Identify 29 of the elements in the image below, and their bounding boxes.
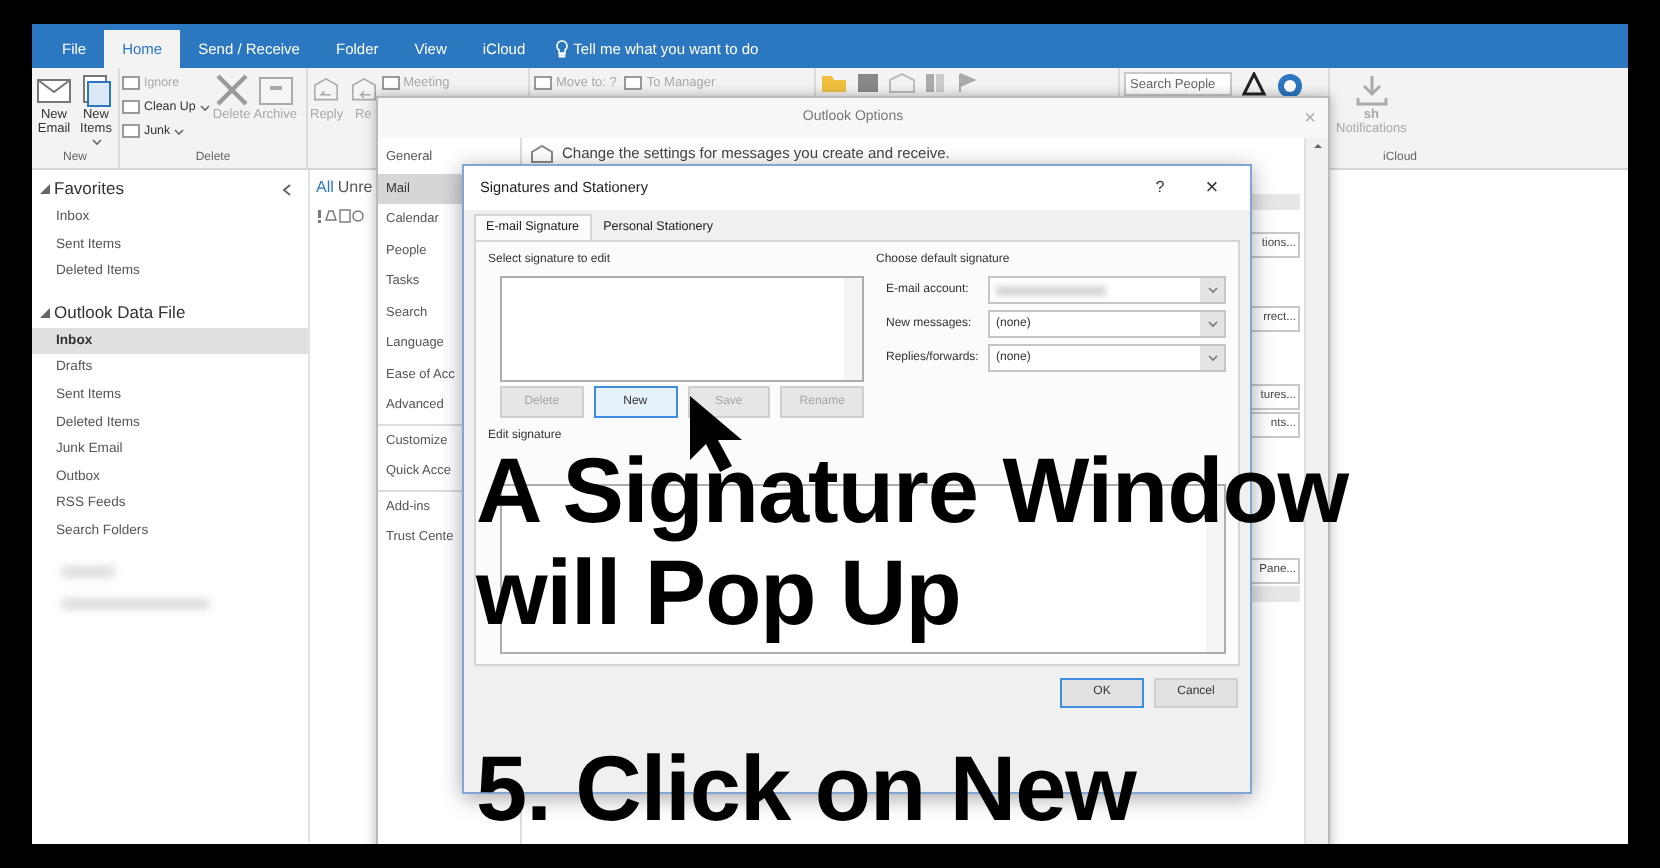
dropdown-field[interactable] [988,276,1226,304]
caret-icon [91,137,101,146]
caption-headline: A Signature Window [476,438,1349,542]
caret-icon [174,127,185,135]
filter-tab[interactable]: All [316,176,338,200]
delete-x-icon [211,72,252,108]
folder-section-header[interactable]: Outlook Data File [32,297,308,328]
dropdown-caret-icon [1207,286,1217,294]
dropdown-caret-icon [1207,354,1217,362]
caret-icon [199,103,210,111]
small-command-icon [534,74,552,92]
close-button[interactable]: × [1190,171,1234,205]
notebook-icon[interactable] [856,72,880,94]
lightbulb-icon [555,40,568,58]
expand-triangle-icon[interactable] [40,307,50,318]
blurred-account [996,285,1106,295]
caption-headline: will Pop Up [476,540,961,644]
help-button[interactable]: ? [1138,176,1182,200]
caption-step: 5. Click on New [476,736,1136,840]
dropdown-caret-icon [1207,320,1217,328]
small-command-icon [624,74,643,92]
filter-tab[interactable]: Unre [337,176,377,200]
scrollbar[interactable] [844,278,862,380]
blurred-account-name [60,565,116,578]
collapse-chevron-icon[interactable] [282,183,292,195]
download-icon [1351,72,1392,108]
expand-triangle-icon[interactable] [40,184,50,194]
small-command-icon [381,74,400,92]
folder-section-header[interactable]: Favorites [32,174,124,204]
